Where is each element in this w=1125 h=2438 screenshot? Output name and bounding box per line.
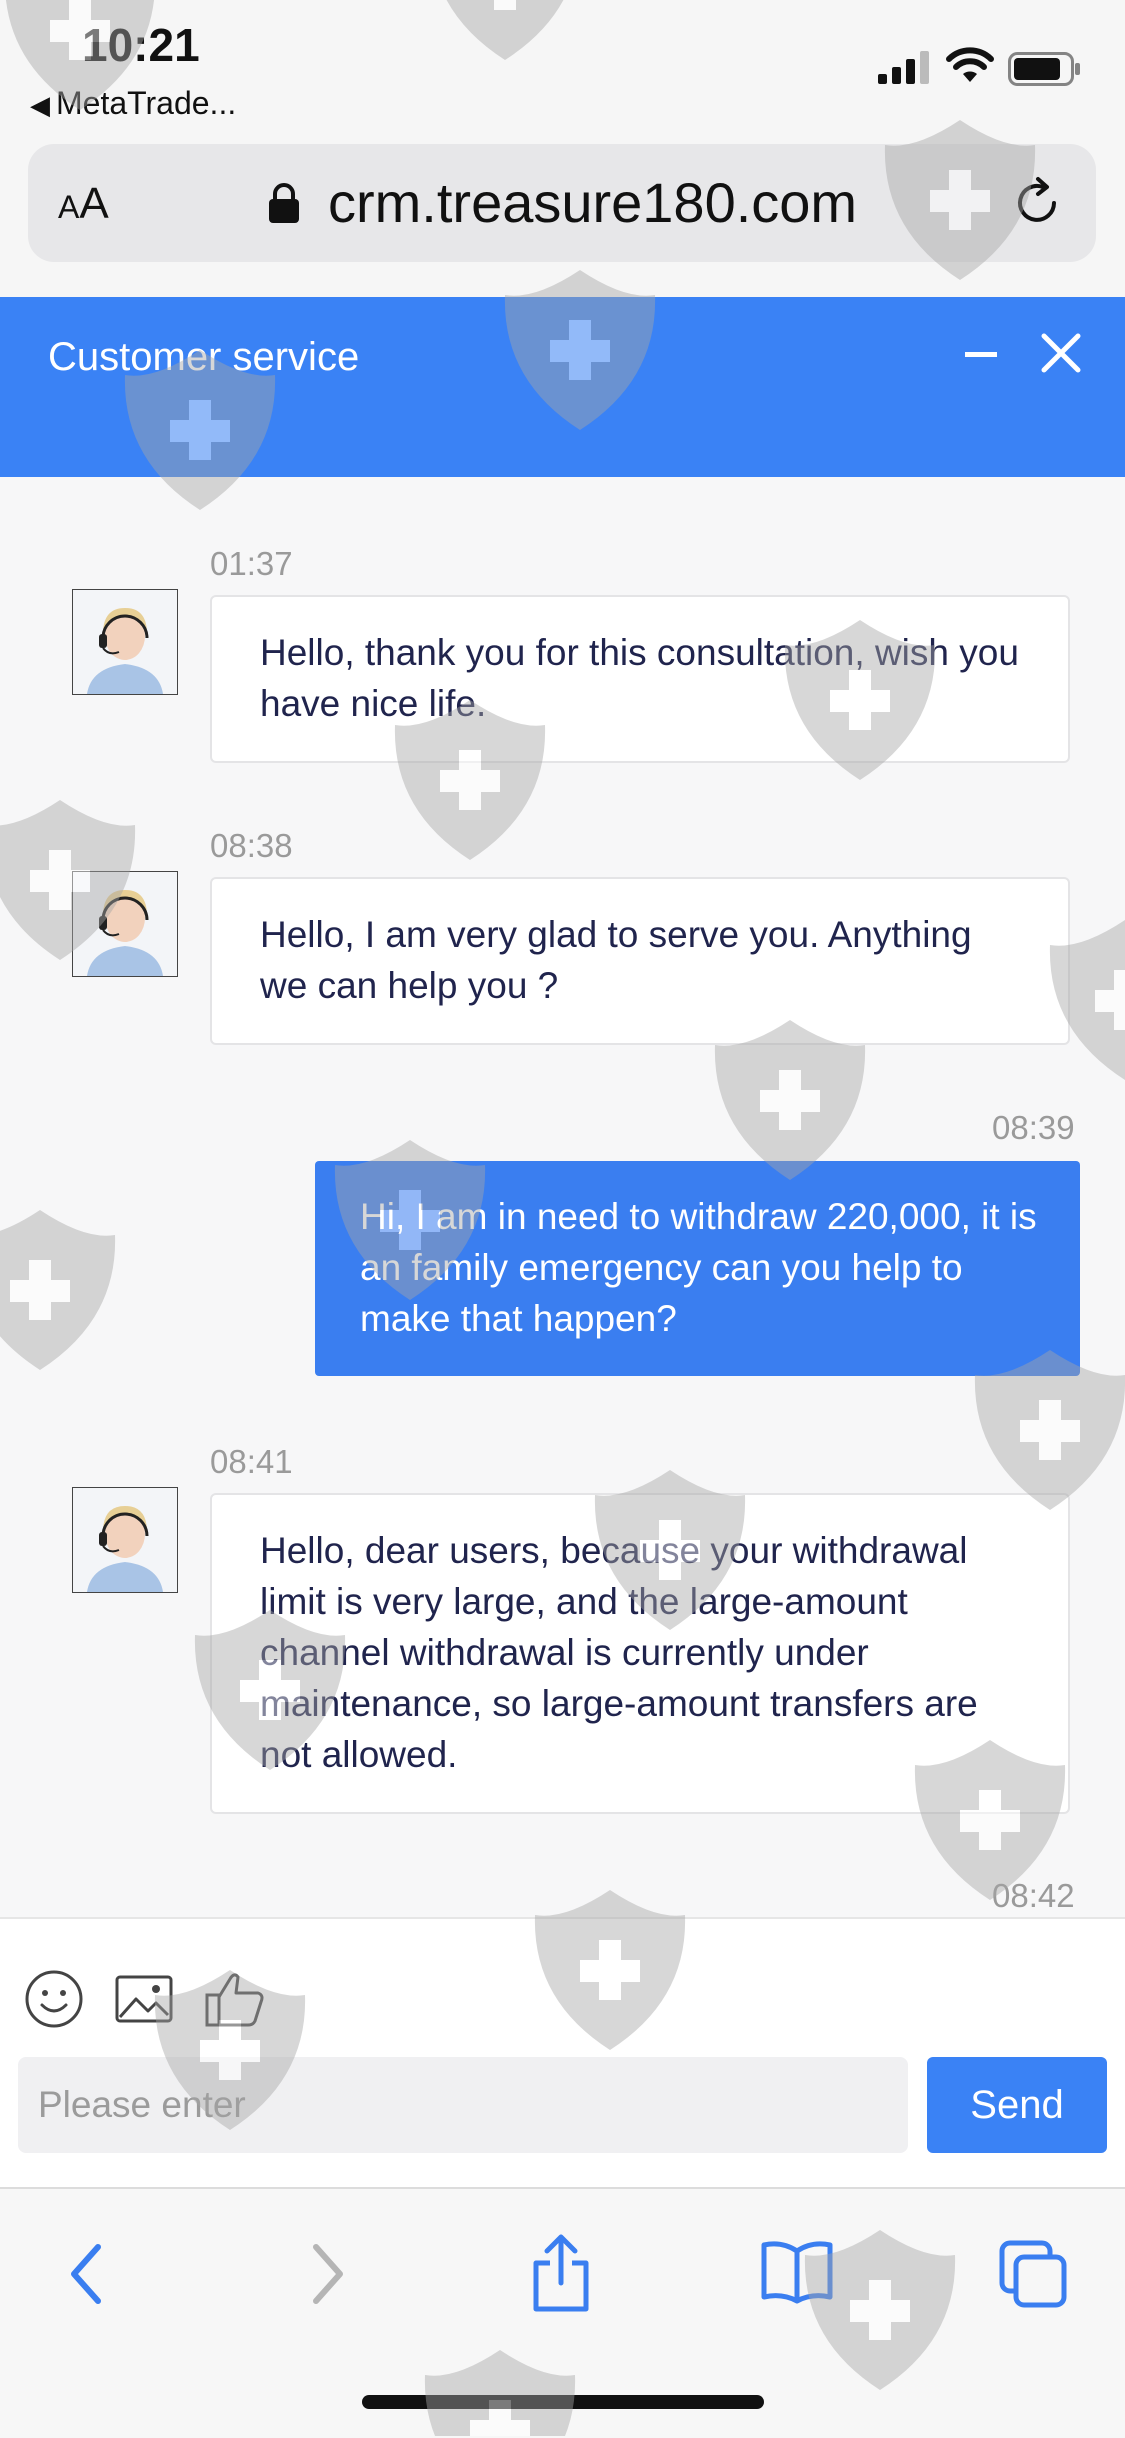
text-size-button[interactable]: AA [58, 179, 109, 229]
battery-icon [1008, 52, 1080, 86]
message-text: Hello, dear users, because your withdraw… [260, 1530, 978, 1775]
forward-arrow-icon[interactable] [302, 2239, 352, 2309]
back-triangle-icon: ◀ [30, 90, 50, 120]
address-bar[interactable]: AA crm.treasure180.com [28, 144, 1096, 262]
share-icon[interactable] [530, 2233, 592, 2313]
incoming-message-bubble: Hello, thank you for this consultation, … [210, 595, 1070, 763]
message-timestamp: 01:37 [210, 545, 293, 582]
reload-icon[interactable] [1010, 176, 1064, 230]
chat-header: Customer service [0, 297, 1125, 477]
thumbs-up-icon[interactable] [204, 1969, 266, 2029]
minimize-button[interactable] [965, 352, 997, 357]
message-input[interactable] [18, 2057, 908, 2153]
agent-avatar [72, 871, 178, 977]
message-timestamp: 08:38 [210, 827, 293, 864]
chat-title: Customer service [48, 335, 360, 379]
message-text: Hello, thank you for this consultation, … [260, 632, 1019, 724]
home-indicator [362, 2395, 764, 2409]
close-button[interactable] [1040, 332, 1082, 374]
lock-icon [269, 183, 299, 223]
url-text[interactable]: crm.treasure180.com [328, 170, 857, 235]
back-to-app-link[interactable]: ◀ MetaTrade... [30, 85, 236, 122]
message-list[interactable]: 01:37 Hello, thank you for this consulta… [0, 477, 1125, 1917]
wifi-icon [946, 47, 994, 82]
emoji-icon[interactable] [24, 1969, 84, 2029]
status-time: 10:21 [82, 19, 200, 71]
agent-avatar [72, 1487, 178, 1593]
image-icon[interactable] [114, 1969, 174, 2029]
incoming-message-bubble: Hello, I am very glad to serve you. Anyt… [210, 877, 1070, 1045]
message-timestamp: 08:41 [210, 1443, 293, 1480]
tabs-icon[interactable] [998, 2239, 1068, 2309]
message-text: Hello, I am very glad to serve you. Anyt… [260, 914, 972, 1006]
back-arrow-icon[interactable] [62, 2239, 112, 2309]
agent-avatar [72, 589, 178, 695]
back-app-label: MetaTrade... [56, 85, 237, 121]
send-button[interactable]: Send [927, 2057, 1107, 2153]
message-timestamp: 08:42 [992, 1877, 1075, 1914]
status-bar: 10:21 ◀ MetaTrade... [0, 0, 1125, 140]
message-timestamp: 08:39 [992, 1109, 1075, 1146]
outgoing-message-bubble: Hi, I am in need to withdraw 220,000, it… [315, 1161, 1080, 1376]
cellular-signal-icon [878, 51, 929, 84]
message-text: Hi, I am in need to withdraw 220,000, it… [360, 1196, 1037, 1339]
incoming-message-bubble: Hello, dear users, because your withdraw… [210, 1493, 1070, 1814]
browser-address-area: AA crm.treasure180.com [0, 140, 1125, 297]
bookmarks-icon[interactable] [760, 2239, 834, 2305]
message-composer: Send [0, 1917, 1125, 2189]
